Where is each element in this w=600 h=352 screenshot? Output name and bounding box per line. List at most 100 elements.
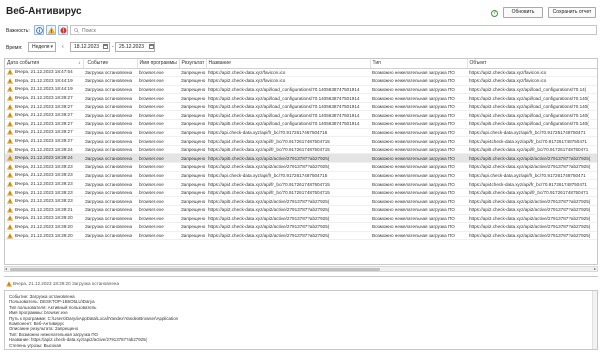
date-to-value: 25.12.2023 xyxy=(119,44,145,50)
table-cell: browser.exe xyxy=(137,188,179,198)
table-cell: https://api.check-data.xyz/api/fr_bc/70.… xyxy=(467,171,597,181)
table-cell: https://api2.check-data.xyz/favicon.ico xyxy=(206,68,370,78)
column-header[interactable]: Название xyxy=(206,59,371,69)
table-cell: https://api4check-data.xyz/api/fr_bc/70.… xyxy=(467,136,597,146)
table-cell: https://api2.check-data.xyz/api/load_con… xyxy=(206,85,370,95)
table-row[interactable]: Вчера, 21.12.2023 18:39:20 Загрузка остан… xyxy=(5,222,597,232)
horizontal-scrollbar[interactable]: ◂ ▸ xyxy=(4,266,598,272)
table-cell: browser.exe xyxy=(137,179,179,189)
warning-icon xyxy=(7,163,13,170)
table-row[interactable]: Вчера, 21.12.2023 18:39:27 Загрузка остан… xyxy=(5,93,597,103)
table-cell: https://api4.check-data.xyz/api/load_con… xyxy=(206,110,370,121)
table-row[interactable]: Вчера, 21.12.2023 18:47:54 Загрузка остан… xyxy=(5,68,597,78)
detail-line: Путь к программе: C:\Users\Darya\AppData… xyxy=(9,315,179,321)
warning-icon xyxy=(7,206,13,213)
table-cell: Запрещено xyxy=(179,214,206,224)
table-cell: Загрузка остановлена xyxy=(83,153,137,164)
scroll-left-icon[interactable]: ◂ xyxy=(5,266,7,271)
table-row[interactable]: Вчера, 21.12.2023 18:44:19 Загрузка остан… xyxy=(5,85,597,95)
scroll-right-icon[interactable]: ▸ xyxy=(594,266,596,271)
table-row[interactable]: Вчера, 21.12.2023 18:39:27 Загрузка остан… xyxy=(5,119,597,129)
warning-icon xyxy=(7,77,13,84)
save-report-button[interactable]: Сохранить отчет xyxy=(548,7,596,18)
table-cell: Загрузка остановлена xyxy=(83,110,137,121)
table-row[interactable]: Вчера, 21.12.2023 18:39:23 Загрузка остан… xyxy=(5,171,597,181)
detail-line: Тип пользователя: Активный пользователь xyxy=(9,304,97,310)
table-cell: Загрузка остановлена xyxy=(83,231,137,241)
table-row[interactable]: Вчера, 21.12.2023 18:39:24 Загрузка остан… xyxy=(5,153,597,164)
help-icon[interactable]: ? xyxy=(491,10,498,17)
table-cell: https://api2.check-data.xyz/api2/active/… xyxy=(467,162,597,172)
warning-icon xyxy=(7,172,13,179)
severity-info-button[interactable] xyxy=(34,25,44,35)
table-row[interactable]: Вчера, 21.12.2023 18:39:20 Загрузка остан… xyxy=(5,231,597,241)
table-cell: https://api2.check-data.xyz/api2/active/… xyxy=(467,231,597,241)
table-cell: Вчера, 21.12.2023 18:39:23 xyxy=(5,162,83,172)
table-cell: Загрузка остановлена xyxy=(83,222,137,232)
table-cell: https://api5.check-data.xyz/api/load_con… xyxy=(467,119,597,129)
column-header[interactable]: Тип xyxy=(370,59,468,69)
table-cell: Запрещено xyxy=(179,196,206,206)
column-header[interactable]: Результат xyxy=(179,59,207,69)
chevron-left-icon[interactable]: ‹ xyxy=(62,44,64,50)
table-row[interactable]: Вчера, 21.12.2023 18:39:21 Загрузка остан… xyxy=(5,205,597,215)
sort-arrow-icon: ↓ xyxy=(78,60,81,67)
column-header[interactable]: Событие xyxy=(83,59,138,69)
table-cell: browser.exe xyxy=(137,128,179,138)
warning-icon xyxy=(7,138,13,144)
table-cell: browser.exe xyxy=(137,214,179,224)
period-select[interactable]: Неделя ▾ xyxy=(28,42,56,52)
table-cell: Вчера, 21.12.2023 18:39:24 xyxy=(5,145,83,155)
table-cell: browser.exe xyxy=(137,68,179,78)
table-row[interactable]: Вчера, 21.12.2023 18:39:27 Загрузка остан… xyxy=(5,110,597,121)
table-row[interactable]: Вчера, 21.12.2023 18:39:23 Загрузка остан… xyxy=(5,162,597,172)
calendar-icon[interactable] xyxy=(149,44,154,49)
table-row[interactable]: Вчера, 21.12.2023 18:39:23 Загрузка остан… xyxy=(5,188,597,198)
column-header[interactable]: Объект xyxy=(467,59,597,69)
table-cell: Вчера, 21.12.2023 18:39:27 xyxy=(5,119,83,129)
table-cell: https://api2.check-data.xyz/api/load_con… xyxy=(467,85,597,95)
table-cell: browser.exe xyxy=(137,162,179,172)
table-row[interactable]: Вчера, 21.12.2023 18:39:20 Загрузка остан… xyxy=(5,214,597,224)
table-cell: https://api2.check-data.xyz/api2/active/… xyxy=(206,205,370,215)
calendar-icon[interactable] xyxy=(103,44,108,49)
table-cell: Загрузка остановлена xyxy=(83,102,137,112)
severity-warning-button[interactable] xyxy=(46,25,56,35)
scrollbar-thumb[interactable] xyxy=(10,268,380,271)
table-cell: Возможно нежелательная загрузка ПО xyxy=(370,162,467,172)
refresh-button[interactable]: Обновить xyxy=(503,7,543,18)
table-cell: Возможно нежелательная загрузка ПО xyxy=(370,179,467,189)
detail-line: Степень угрозы: Высокая xyxy=(9,342,62,348)
table-cell: https://api5.check-data.xyz/api2/active/… xyxy=(206,196,370,206)
detail-title: Вчера, 21.12.2023 18:39:20 Загрузка оста… xyxy=(13,281,120,286)
table-row[interactable]: Вчера, 21.12.2023 18:39:24 Загрузка остан… xyxy=(5,145,597,155)
table-cell: browser.exe xyxy=(137,119,179,129)
table-cell: https://api3.check-data.xyz/api2/active/… xyxy=(206,214,370,224)
pane-splitter[interactable] xyxy=(4,276,598,277)
table-row[interactable]: Вчера, 21.12.2023 18:39:27 Загрузка остан… xyxy=(5,128,597,138)
warning-icon xyxy=(7,181,13,187)
table-cell: Вчера, 21.12.2023 18:39:23 xyxy=(5,179,83,189)
table-cell: Вчера, 21.12.2023 18:39:20 xyxy=(5,231,83,241)
search-icon xyxy=(74,28,79,33)
table-row[interactable]: Вчера, 21.12.2023 18:39:23 Загрузка остан… xyxy=(5,196,597,206)
vertical-scrollbar[interactable] xyxy=(592,291,597,349)
table-row[interactable]: Вчера, 21.12.2023 18:44:19 Загрузка остан… xyxy=(5,76,597,86)
table-cell: Запрещено xyxy=(179,68,206,78)
table-cell: Возможно нежелательная загрузка ПО xyxy=(370,85,467,95)
severity-critical-button[interactable] xyxy=(58,25,68,35)
search-field[interactable] xyxy=(70,25,597,35)
warning-icon xyxy=(7,95,13,101)
table-row[interactable]: Вчера, 21.12.2023 18:39:23 Загрузка остан… xyxy=(5,179,597,189)
table-cell: browser.exe xyxy=(137,102,179,112)
table-row[interactable]: Вчера, 21.12.2023 18:39:27 Загрузка остан… xyxy=(5,136,597,146)
table-cell: browser.exe xyxy=(137,153,179,164)
column-header[interactable]: Имя программы xyxy=(137,59,180,69)
table-cell: browser.exe xyxy=(137,145,179,155)
table-cell: https://api5.check-data.xyz/api/fr_bc/70… xyxy=(467,188,597,198)
warning-icon xyxy=(7,120,13,127)
search-input[interactable] xyxy=(82,27,582,34)
warning-icon xyxy=(7,189,13,196)
column-header[interactable]: Дата события ↓ xyxy=(5,59,84,69)
table-row[interactable]: Вчера, 21.12.2023 18:39:27 Загрузка остан… xyxy=(5,102,597,112)
